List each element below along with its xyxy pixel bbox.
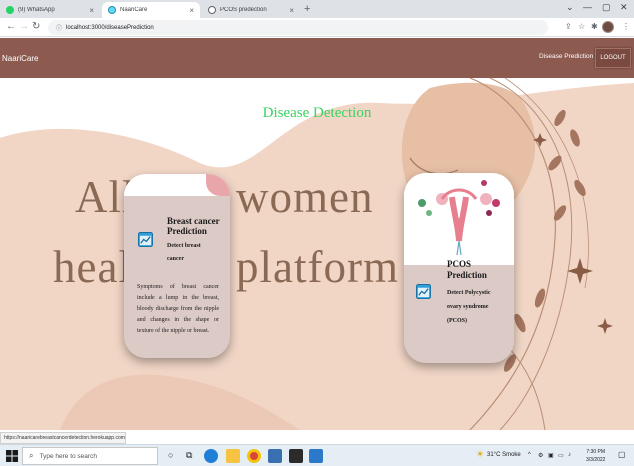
tab-whatsapp[interactable]: (9) WhatsApp × bbox=[0, 2, 100, 18]
store-icon[interactable] bbox=[268, 449, 282, 463]
windows-taskbar: ⌕ Type here to search ○ ⧉ ☀ 31°C Smoke ^… bbox=[0, 444, 634, 466]
taskbar-clock[interactable]: 7:30 PM 3/3/2022 bbox=[586, 448, 605, 464]
new-tab-icon[interactable]: + bbox=[304, 3, 310, 15]
weather-text[interactable]: 31°C Smoke bbox=[487, 452, 521, 458]
maximize-icon[interactable]: ▢ bbox=[602, 2, 611, 13]
address-bar: ← → ↻ ⓘ localhost:3000/diseasePrediction… bbox=[0, 18, 634, 37]
card-subtitle-line1: Detect Polycystic bbox=[447, 290, 491, 296]
reload-icon[interactable]: ↻ bbox=[32, 21, 40, 32]
back-icon[interactable]: ← bbox=[6, 21, 16, 32]
tab-label: (9) WhatsApp bbox=[18, 7, 55, 13]
minimize-icon[interactable]: — bbox=[583, 2, 592, 12]
url-field[interactable]: ⓘ localhost:3000/diseasePrediction bbox=[48, 20, 548, 35]
chart-icon bbox=[138, 232, 153, 247]
clock-time: 7:30 PM bbox=[586, 449, 606, 455]
card-subtitle-line2: cancer bbox=[167, 256, 184, 262]
url-text: localhost:3000/diseasePrediction bbox=[66, 24, 154, 31]
extensions-icon[interactable]: ✱ bbox=[591, 22, 598, 31]
card-title-line1: Breast cancer bbox=[167, 216, 220, 226]
pcos-card[interactable]: PCOS Prediction Detect Polycystic ovary … bbox=[404, 173, 514, 363]
app-header: NaariCare Disease Prediction LOGOUT bbox=[0, 38, 634, 78]
close-icon[interactable]: × bbox=[189, 6, 194, 15]
window-close-icon[interactable]: ✕ bbox=[620, 2, 628, 13]
profile-avatar[interactable] bbox=[602, 21, 614, 33]
uterus-illustration bbox=[404, 173, 514, 265]
card-subtitle-line1: Detect breast bbox=[167, 243, 201, 249]
card-title-line1: PCOS bbox=[447, 259, 472, 269]
tray-network-icon[interactable]: ⚙ bbox=[538, 452, 543, 459]
clock-date: 3/3/2022 bbox=[586, 457, 606, 463]
search-placeholder: Type here to search bbox=[39, 452, 97, 460]
hero-text-line1-right: women bbox=[236, 172, 374, 222]
chart-icon bbox=[416, 284, 431, 299]
react-icon bbox=[108, 6, 116, 14]
card-title-line2: Prediction bbox=[447, 270, 487, 280]
tab-pcos[interactable]: PCOS predection × bbox=[202, 2, 300, 18]
weather-icon: ☀ bbox=[476, 449, 485, 459]
terminal-icon[interactable] bbox=[289, 449, 303, 463]
tab-naaricare[interactable]: NaariCare × bbox=[102, 2, 200, 18]
file-explorer-icon[interactable] bbox=[226, 449, 240, 463]
edge-icon[interactable] bbox=[204, 449, 218, 463]
search-icon: ⌕ bbox=[29, 451, 34, 460]
link-status-bar: https://naaricarebreastcancerdetection.h… bbox=[0, 432, 126, 444]
page-title: Disease Detection bbox=[262, 105, 372, 121]
info-icon: ⓘ bbox=[56, 26, 63, 32]
vscode-icon[interactable] bbox=[309, 449, 323, 463]
tray-speaker-icon[interactable]: ♪ bbox=[568, 452, 571, 458]
chrome-icon[interactable] bbox=[247, 449, 261, 463]
bookmark-star-icon[interactable]: ☆ bbox=[578, 22, 585, 31]
windows-start-icon[interactable] bbox=[6, 450, 18, 462]
card-description: Symptoms of breast cancer include a lump… bbox=[137, 284, 219, 334]
menu-icon[interactable]: ⋮ bbox=[622, 22, 630, 31]
tab-label: PCOS predection bbox=[220, 7, 267, 13]
chevron-down-icon[interactable]: ⌄ bbox=[566, 2, 574, 13]
tray-display-icon[interactable]: ▣ bbox=[548, 452, 554, 459]
taskbar-search-input[interactable]: ⌕ Type here to search bbox=[22, 447, 158, 465]
card-subtitle-line3: (PCOS) bbox=[447, 318, 467, 324]
breast-cancer-card[interactable]: Breast cancer Prediction Detect breast c… bbox=[124, 174, 230, 358]
forward-icon[interactable]: → bbox=[19, 21, 29, 32]
hero-text-line2-right: platform bbox=[236, 242, 399, 292]
whatsapp-icon bbox=[6, 6, 14, 14]
browser-tab-strip: (9) WhatsApp × NaariCare × PCOS predecti… bbox=[0, 0, 634, 18]
close-icon[interactable]: × bbox=[89, 6, 94, 15]
nav-disease-prediction[interactable]: Disease Prediction bbox=[539, 53, 593, 60]
share-icon[interactable]: ⇪ bbox=[565, 22, 572, 31]
tray-battery-icon[interactable]: ▭ bbox=[558, 452, 564, 459]
logout-button[interactable]: LOGOUT bbox=[595, 48, 631, 68]
card-subtitle-line2: ovary syndrome bbox=[447, 304, 489, 310]
task-view-icon[interactable]: ⧉ bbox=[186, 450, 192, 461]
cortana-icon[interactable]: ○ bbox=[168, 450, 173, 460]
close-icon[interactable]: × bbox=[289, 6, 294, 15]
tab-label: NaariCare bbox=[120, 7, 148, 13]
globe-icon bbox=[208, 6, 216, 14]
card-title-line2: Prediction bbox=[167, 226, 207, 236]
brand-logo-text[interactable]: NaariCare bbox=[2, 54, 38, 63]
tray-chevron-up-icon[interactable]: ^ bbox=[528, 452, 531, 458]
notification-icon[interactable]: ▢ bbox=[618, 450, 626, 459]
page-content: Disease Detection All women healt platfo… bbox=[0, 78, 634, 430]
